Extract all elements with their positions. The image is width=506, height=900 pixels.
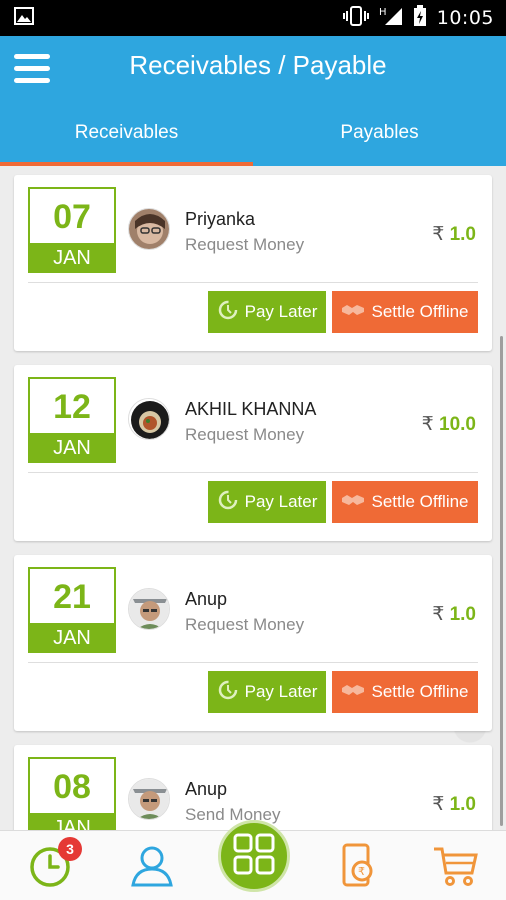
- date-box: 21 JAN: [28, 567, 116, 653]
- avatar: [128, 398, 170, 440]
- amount: ₹ 1.0: [432, 793, 476, 816]
- date-month: JAN: [28, 243, 116, 273]
- signal-icon: H: [379, 6, 403, 31]
- contact-name: Anup: [185, 779, 228, 799]
- transaction-type: Request Money: [185, 425, 305, 444]
- signal-label: H: [379, 7, 387, 18]
- settle-offline-button[interactable]: Settle Offline: [332, 671, 478, 713]
- clock-icon: [28, 847, 76, 893]
- avatar: [128, 208, 170, 250]
- notification-badge: 3: [58, 837, 82, 861]
- settle-offline-button[interactable]: Settle Offline: [332, 481, 478, 523]
- amount-value: 10.0: [439, 414, 476, 435]
- date-day: 12: [53, 388, 91, 426]
- rupee-symbol: ₹: [421, 414, 434, 435]
- pay-later-button[interactable]: Pay Later: [208, 671, 326, 713]
- contact-name: Anup: [185, 589, 228, 609]
- date-month: JAN: [28, 623, 116, 653]
- settle-offline-label: Settle Offline: [371, 302, 469, 321]
- transaction-card: 21 JAN Anup Request Money ₹ 1.0 Pay Late…: [14, 555, 492, 731]
- contacts-icon: [128, 846, 176, 893]
- amount-value: 1.0: [449, 794, 476, 815]
- transaction-card: 12 JAN AKHIL KHANNA Request Money ₹ 10.0…: [14, 365, 492, 541]
- contact-name: AKHIL KHANNA: [185, 399, 317, 419]
- cart-nav-button[interactable]: [432, 841, 480, 889]
- tab-payables[interactable]: Payables: [253, 110, 506, 166]
- gallery-notification-icon: [14, 6, 34, 30]
- date-day: 08: [53, 768, 91, 806]
- contact-name: Priyanka: [185, 209, 256, 229]
- dashboard-fab-button[interactable]: [218, 820, 290, 892]
- transaction-list[interactable]: 07 JAN Priyanka Request Money ₹ 1.0 Pay …: [0, 166, 506, 830]
- amount-value: 1.0: [449, 224, 476, 245]
- svg-text:₹: ₹: [358, 865, 365, 878]
- transaction-type: Request Money: [185, 235, 305, 254]
- tab-receivables[interactable]: Receivables: [0, 110, 253, 166]
- bill-icon: ₹: [336, 843, 384, 893]
- divider: [28, 472, 478, 473]
- pay-later-label: Pay Later: [244, 302, 318, 321]
- app-header: Receivables / Payable Receivables Payabl…: [0, 36, 506, 166]
- settle-offline-button[interactable]: Settle Offline: [332, 291, 478, 333]
- page-title: Receivables / Payable: [129, 50, 387, 80]
- avatar: [128, 778, 170, 820]
- settle-offline-label: Settle Offline: [371, 492, 469, 511]
- pay-later-button[interactable]: Pay Later: [208, 291, 326, 333]
- date-box: 12 JAN: [28, 377, 116, 463]
- rupee-symbol: ₹: [432, 224, 445, 245]
- pay-later-button[interactable]: Pay Later: [208, 481, 326, 523]
- tab-bar: Receivables Payables: [0, 110, 506, 166]
- contacts-nav-button[interactable]: [128, 841, 176, 889]
- date-box: 08 JAN: [28, 757, 116, 830]
- handshake-icon: [341, 492, 365, 513]
- clock-time: 10:05: [436, 7, 494, 29]
- amount: ₹ 1.0: [432, 603, 476, 626]
- bills-nav-button[interactable]: ₹: [336, 841, 384, 889]
- transaction-type: Request Money: [185, 615, 305, 634]
- transaction-card: 08 JAN Anup Send Money ₹ 1.0: [14, 745, 492, 830]
- battery-icon: [413, 4, 427, 32]
- clock-refresh-icon: [217, 679, 239, 706]
- scrollbar[interactable]: [500, 336, 503, 826]
- amount-value: 1.0: [449, 604, 476, 625]
- date-day: 21: [53, 578, 91, 616]
- history-nav-button[interactable]: 3: [28, 837, 82, 889]
- divider: [28, 282, 478, 283]
- vibrate-icon: [342, 5, 369, 31]
- amount: ₹ 10.0: [422, 413, 476, 436]
- date-month: JAN: [28, 433, 116, 463]
- handshake-icon: [341, 302, 365, 323]
- settle-offline-label: Settle Offline: [371, 682, 469, 701]
- grid-icon: [232, 832, 276, 881]
- clock-refresh-icon: [217, 489, 239, 516]
- clock-refresh-icon: [217, 299, 239, 326]
- pay-later-label: Pay Later: [244, 682, 318, 701]
- date-month: JAN: [28, 813, 116, 830]
- status-bar: H 10:05: [0, 0, 506, 36]
- amount: ₹ 1.0: [432, 223, 476, 246]
- rupee-symbol: ₹: [432, 604, 445, 625]
- rupee-symbol: ₹: [432, 794, 445, 815]
- divider: [28, 662, 478, 663]
- avatar: [128, 588, 170, 630]
- pay-later-label: Pay Later: [244, 492, 318, 511]
- handshake-icon: [341, 682, 365, 703]
- date-box: 07 JAN: [28, 187, 116, 273]
- transaction-card: 07 JAN Priyanka Request Money ₹ 1.0 Pay …: [14, 175, 492, 351]
- cart-icon: [432, 847, 480, 893]
- date-day: 07: [53, 198, 91, 236]
